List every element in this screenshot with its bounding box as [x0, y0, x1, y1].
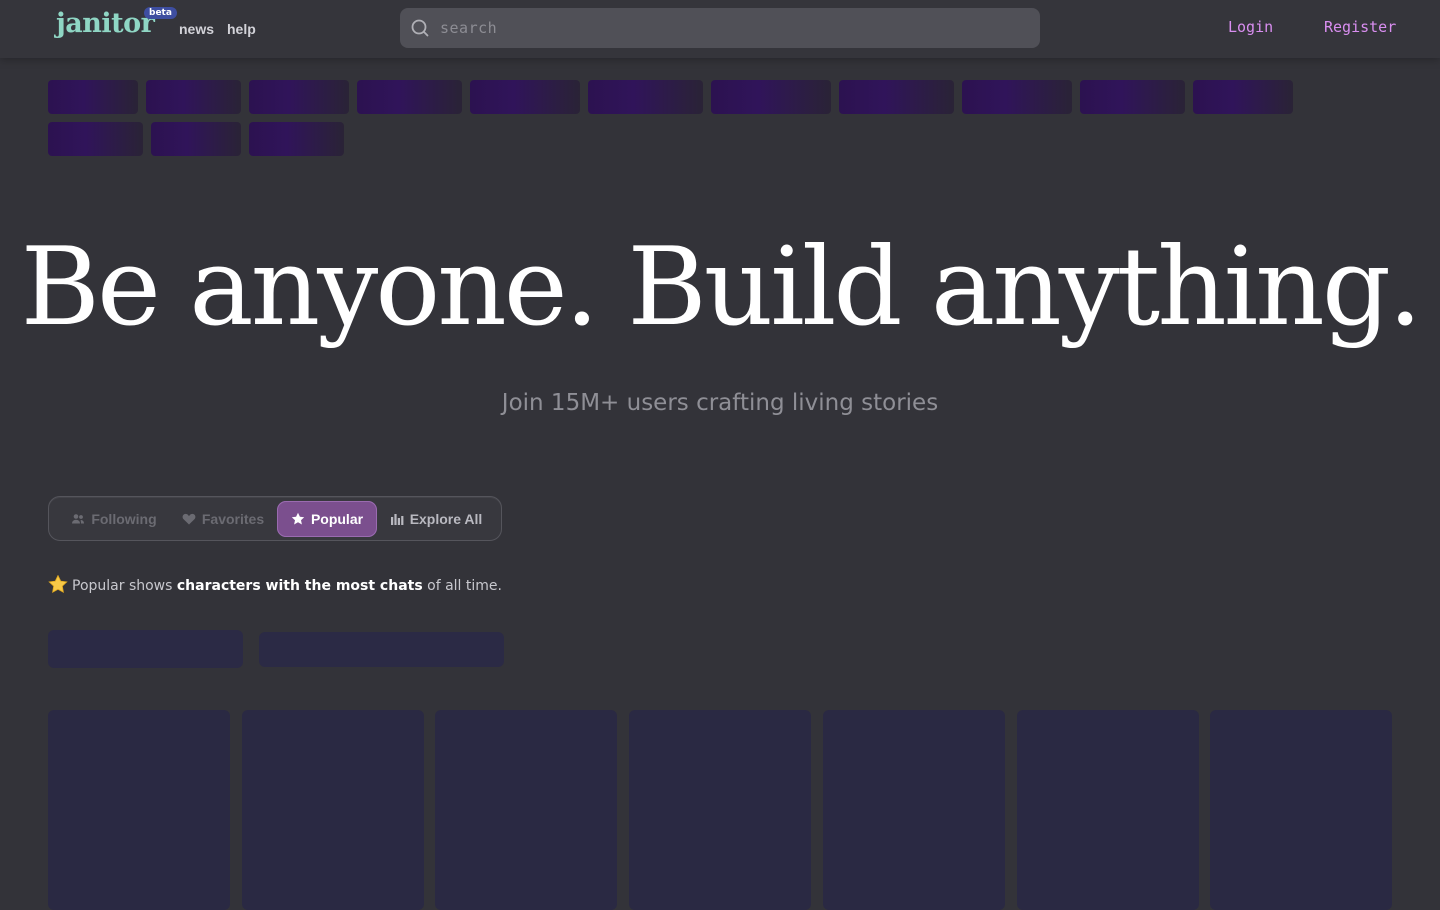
tab-label: Popular — [310, 511, 364, 527]
search-input[interactable] — [440, 8, 1030, 48]
tag-chip[interactable] — [839, 80, 954, 114]
character-card[interactable] — [1017, 710, 1199, 910]
character-card[interactable] — [435, 710, 617, 910]
tag-chip[interactable] — [146, 80, 241, 114]
info-highlight: characters with the most chats — [176, 578, 423, 594]
tab-label: Favorites — [201, 511, 265, 527]
filter-placeholder[interactable] — [48, 630, 243, 668]
character-card[interactable] — [629, 710, 811, 910]
info-prefix: Popular shows — [72, 578, 177, 594]
beta-badge: beta — [144, 7, 177, 19]
tag-chip[interactable] — [48, 80, 138, 114]
tag-chip[interactable] — [1080, 80, 1185, 114]
tag-chip[interactable] — [48, 122, 143, 156]
tag-chip[interactable] — [711, 80, 831, 114]
hero-title: Be anyone. Build anything. — [20, 225, 1423, 350]
top-bar: janitor beta news help Login Register — [0, 0, 1440, 58]
tag-chip[interactable] — [249, 122, 344, 156]
tag-chip[interactable] — [588, 80, 703, 114]
tag-chip[interactable] — [962, 80, 1072, 114]
tag-chip[interactable] — [151, 122, 241, 156]
character-card[interactable] — [242, 710, 424, 910]
star-icon — [291, 512, 305, 525]
tab-following[interactable]: Following — [61, 501, 167, 537]
heart-icon — [182, 513, 196, 525]
nav-news-link[interactable]: news — [179, 21, 214, 37]
filter-placeholder[interactable] — [259, 632, 504, 667]
logo-text: janitor — [56, 8, 155, 39]
popular-description: Popular shows characters with the most c… — [48, 575, 502, 594]
tab-label: Explore All — [409, 511, 483, 527]
tab-popular[interactable]: Popular — [277, 501, 377, 537]
login-button[interactable]: Login — [1228, 18, 1273, 36]
hero-subtitle: Join 15M+ users crafting living stories — [501, 390, 939, 416]
tab-favorites[interactable]: Favorites — [173, 501, 273, 537]
tab-explore-all[interactable]: Explore All — [383, 501, 489, 537]
bar-chart-icon — [390, 514, 404, 525]
character-card[interactable] — [823, 710, 1005, 910]
star-emoji-icon — [48, 575, 68, 593]
tag-chip[interactable] — [470, 80, 580, 114]
tag-chip[interactable] — [249, 80, 349, 114]
info-suffix: of all time. — [422, 578, 502, 594]
register-button[interactable]: Register — [1324, 18, 1396, 36]
character-card[interactable] — [1210, 710, 1392, 910]
tab-label: Following — [91, 511, 157, 527]
search-icon — [411, 19, 429, 37]
tag-chip[interactable] — [1193, 80, 1293, 114]
tag-chip[interactable] — [357, 80, 462, 114]
users-icon — [72, 514, 85, 524]
logo[interactable]: janitor beta — [56, 6, 177, 46]
feed-tabs: Following Favorites Popular Explore All — [48, 496, 502, 541]
nav-help-link[interactable]: help — [227, 21, 256, 37]
character-card[interactable] — [48, 710, 230, 910]
search-bar[interactable] — [400, 8, 1040, 48]
